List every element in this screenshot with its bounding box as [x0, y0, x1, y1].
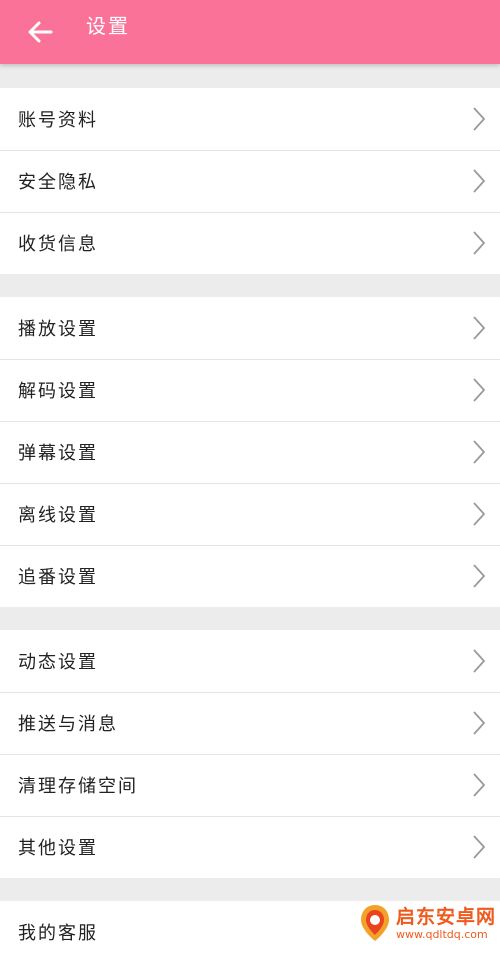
settings-item-account-profile[interactable]: 账号资料	[0, 88, 500, 150]
chevron-right-icon	[473, 107, 486, 131]
chevron-right-icon	[473, 773, 486, 797]
settings-item-label: 离线设置	[18, 505, 98, 526]
watermark-name: 启东安卓网	[395, 905, 496, 928]
settings-item-label: 其他设置	[18, 838, 98, 859]
settings-item-label: 我的客服	[18, 923, 98, 944]
settings-item-security-privacy[interactable]: 安全隐私	[0, 150, 500, 212]
chevron-right-icon	[473, 440, 486, 464]
back-button[interactable]	[18, 10, 62, 54]
settings-item-other[interactable]: 其他设置	[0, 816, 500, 878]
settings-item-label: 追番设置	[18, 567, 98, 588]
settings-item-label: 收货信息	[18, 234, 98, 255]
app-bar: 设置	[0, 0, 500, 64]
settings-item-shipping-info[interactable]: 收货信息	[0, 212, 500, 274]
chevron-right-icon	[473, 231, 486, 255]
settings-item-label: 播放设置	[18, 319, 98, 340]
settings-item-label: 动态设置	[18, 652, 98, 673]
settings-item-label: 解码设置	[18, 381, 98, 402]
settings-item-label: 账号资料	[18, 110, 98, 131]
settings-item-label: 安全隐私	[18, 172, 98, 193]
settings-item-follow-anime[interactable]: 追番设置	[0, 545, 500, 607]
settings-list: 账号资料 安全隐私 收货信息 播放设置 解码设置 弹幕设置 离线设置 追番设置 …	[0, 64, 500, 963]
settings-item-label: 推送与消息	[18, 714, 118, 735]
chevron-right-icon	[473, 835, 486, 859]
settings-group-general: 动态设置 推送与消息 清理存储空间 其他设置	[0, 630, 500, 878]
settings-item-label: 弹幕设置	[18, 443, 98, 464]
settings-item-playback[interactable]: 播放设置	[0, 297, 500, 359]
chevron-right-icon	[473, 649, 486, 673]
settings-item-offline[interactable]: 离线设置	[0, 483, 500, 545]
page-title: 设置	[86, 14, 130, 38]
settings-group-account: 账号资料 安全隐私 收货信息	[0, 88, 500, 274]
chevron-right-icon	[473, 316, 486, 340]
watermark-text: 启东安卓网 www.qdltdq.com	[396, 906, 496, 941]
watermark: 启东安卓网 www.qdltdq.com	[358, 903, 496, 943]
arrow-left-icon	[28, 21, 53, 43]
settings-item-label: 清理存储空间	[18, 776, 138, 797]
watermark-logo-icon	[358, 903, 392, 943]
settings-item-feed[interactable]: 动态设置	[0, 630, 500, 692]
chevron-right-icon	[473, 564, 486, 588]
settings-group-playback: 播放设置 解码设置 弹幕设置 离线设置 追番设置	[0, 297, 500, 607]
chevron-right-icon	[473, 711, 486, 735]
settings-item-decoding[interactable]: 解码设置	[0, 359, 500, 421]
chevron-right-icon	[473, 169, 486, 193]
settings-item-clear-storage[interactable]: 清理存储空间	[0, 754, 500, 816]
chevron-right-icon	[473, 502, 486, 526]
settings-item-push-messages[interactable]: 推送与消息	[0, 692, 500, 754]
chevron-right-icon	[473, 378, 486, 402]
settings-item-danmaku[interactable]: 弹幕设置	[0, 421, 500, 483]
watermark-url: www.qdltdq.com	[395, 927, 488, 941]
